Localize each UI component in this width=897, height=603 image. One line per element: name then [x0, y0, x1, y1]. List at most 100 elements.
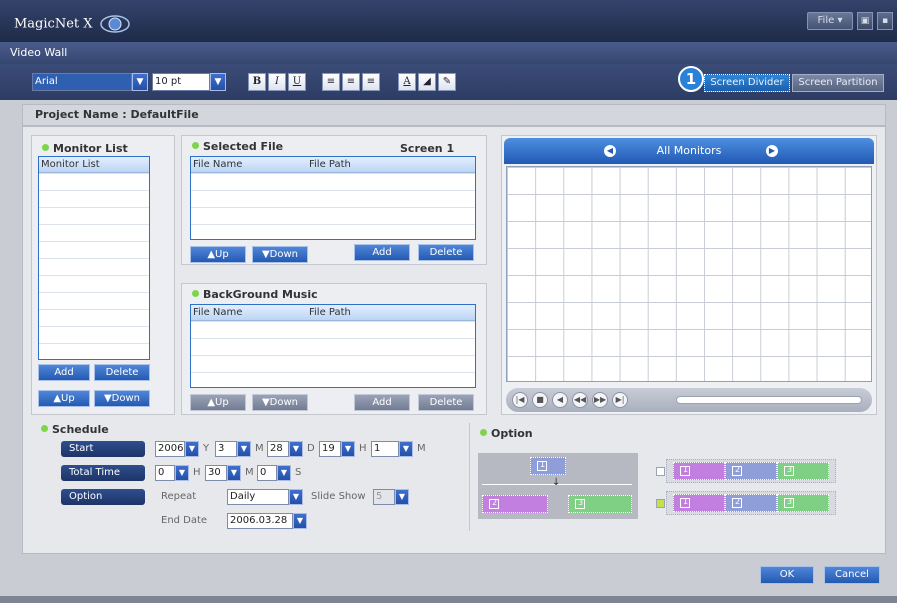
text-color-button[interactable]: A	[398, 73, 416, 91]
chevron-down-icon[interactable]: ▼	[289, 489, 303, 505]
start-hour[interactable]: 19	[319, 441, 341, 457]
move-up-button[interactable]: ▲Up	[38, 390, 90, 407]
chevron-down-icon[interactable]: ▼	[185, 441, 199, 457]
add-monitor-button[interactable]: Add	[38, 364, 90, 381]
chevron-down-icon[interactable]: ▼	[341, 441, 355, 457]
monitor-list-title: Monitor List	[42, 142, 128, 155]
repeat-select[interactable]: Daily	[227, 489, 289, 505]
fill-color-icon[interactable]: ◢	[418, 73, 436, 91]
chevron-down-icon[interactable]: ▼	[237, 441, 251, 457]
preview-title: All Monitors	[656, 144, 722, 157]
col-file-name: File Name	[193, 307, 243, 318]
chevron-down-icon[interactable]: ▼	[293, 513, 307, 529]
monitor-grid[interactable]	[506, 166, 872, 382]
slideshow-label: Slide Show	[311, 491, 366, 502]
music-down-button[interactable]: ▼Down	[252, 394, 308, 411]
align-center-icon[interactable]: ≡	[342, 73, 360, 91]
start-year[interactable]: 2006	[155, 441, 185, 457]
option-radio-2[interactable]	[656, 499, 665, 508]
option-layout-1[interactable]: 1 2 3	[666, 459, 836, 483]
repeat-label: Repeat	[161, 491, 197, 502]
file-up-button[interactable]: ▲Up	[190, 246, 246, 263]
font-select[interactable]: Arial	[32, 73, 132, 91]
last-icon[interactable]: ▶|	[612, 392, 628, 408]
month-unit: M	[255, 443, 264, 454]
ok-button[interactable]: OK	[760, 566, 814, 584]
align-right-icon[interactable]: ≡	[362, 73, 380, 91]
col-file-path: File Path	[309, 159, 351, 170]
start-month[interactable]: 3	[215, 441, 237, 457]
end-date-label: End Date	[161, 515, 208, 526]
align-left-icon[interactable]: ≡	[322, 73, 340, 91]
underline-button[interactable]: U	[288, 73, 306, 91]
cancel-button[interactable]: Cancel	[824, 566, 880, 584]
option-radio-1[interactable]	[656, 467, 665, 476]
music-up-button[interactable]: ▲Up	[190, 394, 246, 411]
chevron-down-icon[interactable]: ▼	[399, 441, 413, 457]
screen-partition-button[interactable]: Screen Partition	[792, 74, 884, 92]
start-minute[interactable]: 1	[371, 441, 399, 457]
prev-arrow-icon[interactable]: ◀	[604, 145, 616, 157]
total-time-label: Total Time	[61, 465, 145, 481]
close-icon[interactable]: ▪	[877, 12, 893, 30]
col-file-path: File Path	[309, 307, 351, 318]
minute-unit: M	[417, 443, 426, 454]
music-delete-button[interactable]: Delete	[418, 394, 474, 411]
bg-music-list[interactable]: File Name File Path	[190, 304, 476, 388]
arrow-down-icon: ↓	[552, 477, 561, 488]
option-label: Option	[61, 489, 145, 505]
screen-label: Screen 1	[400, 142, 455, 155]
bullet-icon	[192, 142, 199, 149]
bg-music-header: File Name File Path	[191, 305, 475, 321]
bg-music-panel: BackGround Music File Name File Path ▲Up…	[181, 283, 487, 415]
music-add-button[interactable]: Add	[354, 394, 410, 411]
delete-monitor-button[interactable]: Delete	[94, 364, 150, 381]
option-title: Option	[480, 427, 533, 440]
day-unit: D	[307, 443, 315, 454]
first-icon[interactable]: |◀	[512, 392, 528, 408]
chevron-down-icon[interactable]: ▼	[277, 465, 291, 481]
monitor-list-panel: Monitor List Monitor List Add Delete ▲Up…	[31, 135, 175, 415]
rewind-icon[interactable]: ◀◀	[572, 392, 588, 408]
player-controls: |◀ ■ ◀ ◀◀ ▶▶ ▶|	[506, 388, 872, 412]
diagram-cell-3: 3	[568, 495, 632, 513]
font-size-select[interactable]: 10 pt	[152, 73, 210, 91]
bullet-icon	[480, 429, 487, 436]
previous-icon[interactable]: ◀	[552, 392, 568, 408]
second-unit: S	[295, 467, 302, 478]
end-date-select[interactable]: 2006.03.28	[227, 513, 293, 529]
bold-button[interactable]: B	[248, 73, 266, 91]
chevron-down-icon[interactable]: ▼	[289, 441, 303, 457]
chevron-down-icon[interactable]: ▼	[395, 489, 409, 505]
total-second[interactable]: 0	[257, 465, 277, 481]
slideshow-select[interactable]: 5	[373, 489, 395, 505]
main-panel: Monitor List Monitor List Add Delete ▲Up…	[22, 126, 886, 554]
monitor-list[interactable]: Monitor List	[38, 156, 150, 360]
file-down-button[interactable]: ▼Down	[252, 246, 308, 263]
stop-icon[interactable]: ■	[532, 392, 548, 408]
hour-unit: H	[193, 467, 201, 478]
next-arrow-icon[interactable]: ▶	[766, 145, 778, 157]
year-unit: Y	[203, 443, 210, 454]
total-minute[interactable]: 30	[205, 465, 227, 481]
diagram-cell-2: 2	[482, 495, 548, 513]
chevron-down-icon[interactable]: ▼	[210, 73, 226, 91]
file-add-button[interactable]: Add	[354, 244, 410, 261]
file-delete-button[interactable]: Delete	[418, 244, 474, 261]
file-menu[interactable]: File ▾	[807, 12, 853, 30]
chevron-down-icon[interactable]: ▼	[227, 465, 241, 481]
minimize-icon[interactable]: ▣	[857, 12, 873, 30]
pen-icon[interactable]: ✎	[438, 73, 456, 91]
preview-header: ◀ All Monitors ▶	[504, 138, 874, 164]
move-down-button[interactable]: ▼Down	[94, 390, 150, 407]
progress-slider[interactable]	[676, 396, 862, 404]
chevron-down-icon[interactable]: ▼	[175, 465, 189, 481]
italic-button[interactable]: I	[268, 73, 286, 91]
option-layout-2[interactable]: 1 2 3	[666, 491, 836, 515]
total-hour[interactable]: 0	[155, 465, 175, 481]
forward-icon[interactable]: ▶▶	[592, 392, 608, 408]
screen-divider-button[interactable]: Screen Divider	[704, 74, 790, 92]
selected-file-list[interactable]: File Name File Path	[190, 156, 476, 240]
chevron-down-icon[interactable]: ▼	[132, 73, 148, 91]
start-day[interactable]: 28	[267, 441, 289, 457]
